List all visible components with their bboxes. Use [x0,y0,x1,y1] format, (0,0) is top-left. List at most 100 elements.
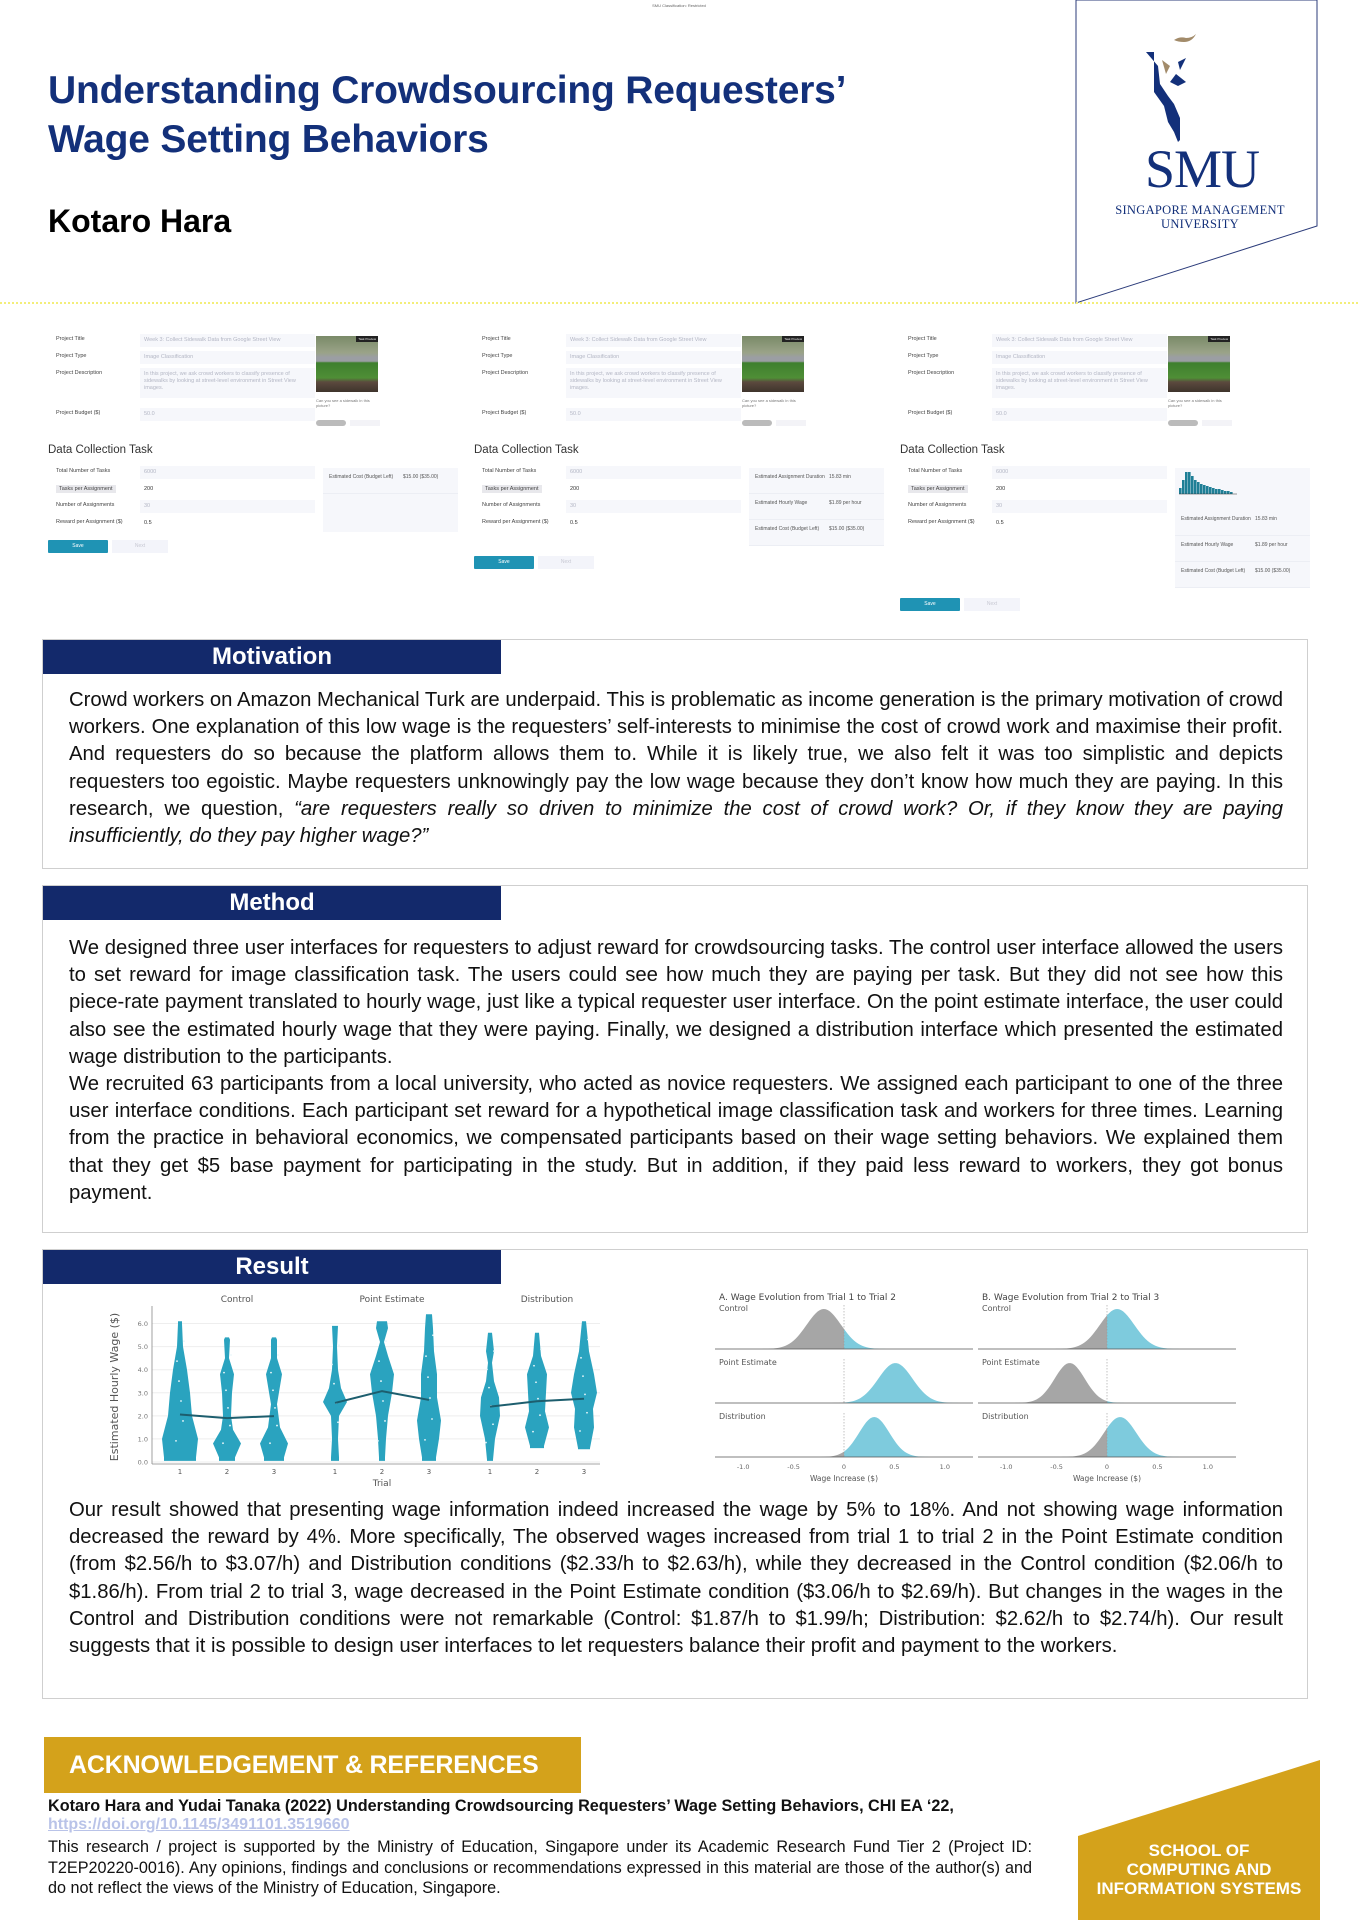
field-label: Project Title [482,336,511,342]
duration-value: 15.83 min [1255,516,1277,522]
no-button[interactable] [776,420,806,426]
data-point [330,1440,332,1443]
poster-title: Understanding Crowdsourcing Requesters’ … [48,66,847,164]
field-input[interactable]: In this project, we ask crowd workers to… [140,368,315,398]
field-input[interactable]: 0.5 [992,517,1167,530]
field-input[interactable]: 50.0 [140,408,315,421]
field-input[interactable]: 30 [566,500,741,513]
save-button[interactable]: Save [48,540,108,553]
task-field-row: Reward per Assignment ($) 0.5 [900,517,1200,530]
field-input[interactable]: 0.5 [140,517,315,530]
y-tick-label: 4.0 [138,1366,148,1374]
field-label: Project Title [908,336,937,342]
wage-value: $1.89 per hour [829,500,862,506]
field-label: Tasks per Assignment [482,485,542,493]
field-input[interactable]: 30 [992,500,1167,513]
ridge-panel-title: B. Wage Evolution from Trial 2 to Trial … [982,1293,1159,1303]
next-button[interactable]: Next [538,556,594,569]
result-text: Our result showed that presenting wage i… [69,1499,1283,1658]
ui-screenshot-distribution: Project Title Week 3: Collect Sidewalk D… [900,328,1310,618]
field-input[interactable]: Image Classification [566,351,741,364]
data-point [270,1371,272,1374]
field-input[interactable]: In this project, we ask crowd workers to… [992,368,1167,398]
field-label: Project Budget ($) [908,410,953,416]
panel-title: Distribution [521,1295,574,1305]
data-point [175,1440,177,1442]
data-point [230,1354,232,1356]
cost-value: $15.00 ($35.00) [829,526,865,532]
histogram-bar [1200,484,1203,494]
result-heading: Result [43,1250,501,1284]
x-tick-label: 0 [1105,1463,1109,1471]
y-tick-label: 5.0 [138,1343,148,1351]
ridge-chart: A. Wage Evolution from Trial 1 to Trial … [715,1293,1236,1483]
reference-citation: Kotaro Hara and Yudai Tanaka (2022) Unde… [48,1797,954,1815]
field-input[interactable]: 50.0 [992,408,1167,421]
field-input[interactable]: Week 3: Collect Sidewalk Data from Googl… [140,334,315,347]
yes-button[interactable] [1168,420,1198,426]
save-button[interactable]: Save [474,556,534,569]
field-input[interactable]: 30 [140,500,315,513]
field-input[interactable]: Week 3: Collect Sidewalk Data from Googl… [992,334,1167,347]
preview-tag: Task Preview [1208,336,1230,342]
field-input[interactable]: 200 [566,483,741,496]
data-point [385,1340,387,1343]
field-input[interactable]: Image Classification [140,351,315,364]
smu-subtitle-line-1: SINGAPORE MANAGEMENT [1115,203,1285,217]
no-button[interactable] [1202,420,1232,426]
histogram-bar [1203,485,1206,494]
project-field-row: Project Description In this project, we … [48,368,348,398]
wage-label: Estimated Hourly Wage [1181,542,1234,548]
field-input[interactable]: Image Classification [992,351,1167,364]
field-input[interactable]: 200 [992,483,1167,496]
x-tick-label: 0.5 [889,1463,899,1471]
field-label: Reward per Assignment ($) [482,519,549,525]
duration-row: Estimated Assignment Duration 15.83 min [1175,510,1310,536]
no-button[interactable] [350,420,380,426]
next-button[interactable]: Next [112,540,168,553]
doi-link[interactable]: https://doi.org/10.1145/3491101.3519660 [48,1816,350,1834]
field-input[interactable]: 6000 [992,466,1167,479]
histogram-bar [1218,489,1221,494]
motivation-text: Crowd workers on Amazon Mechanical Turk … [69,687,1283,850]
school-name: SCHOOL OF COMPUTING AND INFORMATION SYST… [1078,1841,1320,1898]
save-button[interactable]: Save [900,598,960,611]
field-input[interactable]: 6000 [566,466,741,479]
field-input[interactable]: 50.0 [566,408,741,421]
preview-tag: Task Preview [782,336,804,342]
field-input[interactable]: Week 3: Collect Sidewalk Data from Googl… [566,334,741,347]
project-field-row: Project Type Image Classification [900,351,1200,364]
y-tick-label: 3.0 [138,1389,148,1397]
histogram-bar [1221,490,1224,494]
data-point [176,1360,178,1363]
data-point [227,1407,229,1409]
wage-label: Estimated Hourly Wage [755,500,808,506]
next-button[interactable]: Next [964,598,1020,611]
field-input[interactable]: 6000 [140,466,315,479]
data-point [377,1440,379,1442]
data-point [488,1386,490,1389]
field-input[interactable]: In this project, we ask crowd workers to… [566,368,741,398]
data-point [380,1380,382,1382]
ridge-series-label: Distribution [982,1412,1029,1421]
x-tick-label: -0.5 [787,1463,800,1471]
field-input[interactable]: 0.5 [566,517,741,530]
data-point [586,1411,588,1414]
data-point [337,1421,339,1424]
cost-row: Estimated Cost (Budget Left) $15.00 ($35.… [1175,562,1310,588]
data-point [587,1338,589,1341]
violin-shape [480,1332,500,1461]
field-input[interactable]: 200 [140,483,315,496]
data-point [277,1354,279,1356]
yes-button[interactable] [316,420,346,426]
method-paragraph-2: We recruited 63 participants from a loca… [69,1073,1283,1204]
violin-shape [417,1314,441,1461]
cost-value: $15.00 ($35.00) [403,474,439,480]
density-negative [986,1428,1107,1457]
y-axis-label: Estimated Hourly Wage ($) [108,1313,121,1461]
x-tick-label: 1 [333,1468,337,1476]
panel-title: Control [221,1295,254,1305]
x-tick-label: 1.0 [1203,1463,1213,1471]
wage-row: Estimated Hourly Wage $1.89 per hour [1175,536,1310,562]
yes-button[interactable] [742,420,772,426]
